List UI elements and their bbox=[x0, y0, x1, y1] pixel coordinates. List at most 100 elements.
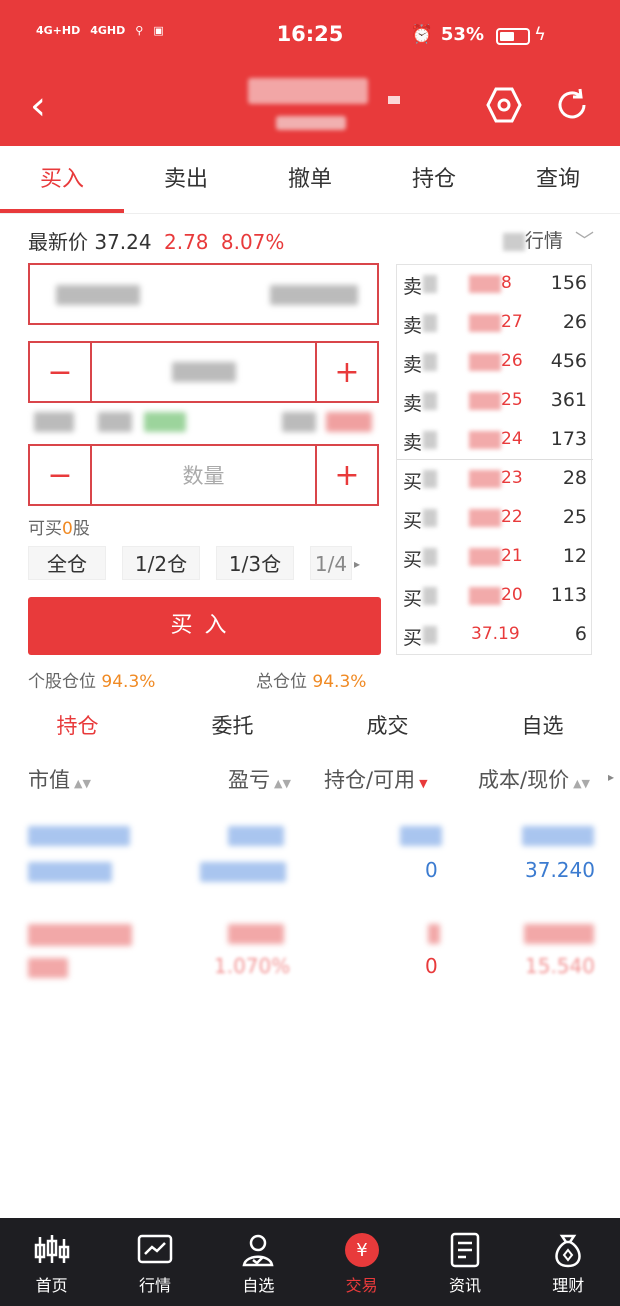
order-book-price: 21 bbox=[501, 546, 523, 566]
order-book-price: 37.19 bbox=[471, 624, 520, 644]
price-plus-button[interactable]: + bbox=[317, 343, 377, 401]
stock-code-field[interactable] bbox=[28, 263, 379, 325]
status-bar: 4G+HD 4GHD ⚲ ▣ 16:25 ⏰ 53% ϟ bbox=[0, 0, 620, 72]
bid-row[interactable]: 买 20 113 bbox=[397, 577, 593, 616]
single-stock-ratio: 个股仓位 94.3% bbox=[28, 667, 155, 692]
quantity-minus-button[interactable]: − bbox=[30, 446, 90, 504]
ask-row[interactable]: 卖 8 156 bbox=[397, 265, 593, 304]
tab-query[interactable]: 查询 bbox=[496, 146, 620, 213]
order-book-volume: 12 bbox=[562, 545, 587, 567]
nav-watchlist[interactable]: 自选 bbox=[207, 1218, 310, 1306]
sort-icon: ▲▼ bbox=[573, 777, 590, 790]
position-buttons: 全仓 1/2仓 1/3仓 1/4 ▸ bbox=[28, 546, 379, 582]
nav-news[interactable]: 资讯 bbox=[413, 1218, 516, 1306]
order-book-label-redacted bbox=[423, 314, 437, 332]
hexagon-settings-icon[interactable] bbox=[485, 86, 523, 124]
quantity-plus-button[interactable]: + bbox=[317, 446, 377, 504]
portfolio-tabs: 持仓 委托 成交 自选 bbox=[0, 700, 620, 752]
quantity-stepper: − 数量 + bbox=[28, 444, 379, 506]
yuan-icon: ¥ bbox=[344, 1233, 379, 1267]
order-book-price-redacted bbox=[469, 548, 501, 566]
current-price: 15.540 bbox=[525, 954, 595, 978]
can-buy-text: 可买0股 bbox=[28, 514, 90, 539]
order-book-volume: 28 bbox=[562, 467, 587, 489]
order-book-price-redacted bbox=[469, 587, 501, 605]
back-arrow-icon[interactable]: ‹ bbox=[30, 86, 46, 126]
scroll-right-icon[interactable]: ▸ bbox=[608, 770, 614, 784]
ask-row[interactable]: 卖 26 456 bbox=[397, 343, 593, 382]
total-ratio: 总仓位 94.3% bbox=[256, 667, 366, 692]
quantity-input[interactable]: 数量 bbox=[90, 446, 317, 504]
price-input[interactable] bbox=[90, 343, 317, 401]
alarm-icon: ⏰ bbox=[410, 24, 433, 45]
status-icons-right: ⏰ 53% bbox=[410, 24, 484, 45]
chevron-down-icon: ﹀ bbox=[574, 230, 594, 252]
charging-icon: ϟ bbox=[534, 24, 546, 45]
chevron-right-icon[interactable]: ▸ bbox=[354, 546, 360, 582]
quarter-position-button[interactable]: 1/4 bbox=[310, 546, 352, 580]
ask-row[interactable]: 卖 27 26 bbox=[397, 304, 593, 343]
table-row[interactable]: 1.070% 0 15.540 bbox=[0, 922, 620, 986]
bottom-nav: 首页 行情 自选 ¥ 交易 资讯 理财 bbox=[0, 1218, 620, 1306]
nav-home[interactable]: 首页 bbox=[0, 1218, 103, 1306]
quote-switch[interactable]: 行情 ﹀ bbox=[502, 226, 594, 253]
order-book-side-label: 卖 bbox=[403, 276, 423, 298]
refresh-icon[interactable] bbox=[553, 86, 591, 124]
third-position-button[interactable]: 1/3仓 bbox=[216, 546, 294, 580]
col-pnl[interactable]: 盈亏 ▲▼ bbox=[228, 764, 291, 794]
col-holding[interactable]: 持仓/可用 ▼ bbox=[324, 764, 428, 794]
tab-trades[interactable]: 成交 bbox=[310, 700, 465, 752]
latest-price-value: 37.24 bbox=[94, 230, 152, 254]
qty-redacted bbox=[28, 958, 68, 978]
col-holding-label: 持仓/可用 bbox=[324, 768, 416, 792]
order-book-volume: 25 bbox=[562, 506, 587, 528]
order-book-side-label: 买 bbox=[403, 588, 423, 610]
col-market-value[interactable]: 市值 ▲▼ bbox=[28, 764, 91, 794]
holdings-header: 市值 ▲▼ 盈亏 ▲▼ 持仓/可用 ▼ 成本/现价 ▲▼ ▸ bbox=[0, 764, 620, 800]
single-ratio-value: 94.3% bbox=[101, 672, 156, 692]
tab-holdings[interactable]: 持仓 bbox=[372, 146, 496, 213]
order-book: 卖 8 156 卖 27 26 卖 26 456 卖 25 361 卖 24 173 买 23 28 买 22 25 买 2… bbox=[396, 264, 593, 655]
total-ratio-value: 94.3% bbox=[312, 672, 367, 692]
pnl-pct: 1.070% bbox=[214, 954, 291, 978]
order-book-volume: 173 bbox=[550, 428, 587, 450]
tab-buy[interactable]: 买入 bbox=[0, 146, 124, 213]
table-row[interactable]: 0 37.240 bbox=[0, 826, 620, 890]
can-buy-prefix: 可买 bbox=[28, 519, 62, 539]
order-book-price: 25 bbox=[501, 390, 523, 410]
order-book-label-redacted bbox=[423, 470, 437, 488]
order-book-price-redacted bbox=[469, 509, 501, 527]
full-position-button[interactable]: 全仓 bbox=[28, 546, 106, 580]
tab-sell[interactable]: 卖出 bbox=[124, 146, 248, 213]
cost-redacted bbox=[522, 826, 594, 846]
order-book-side-label: 买 bbox=[403, 627, 423, 649]
tab-cancel[interactable]: 撤单 bbox=[248, 146, 372, 213]
tab-orders[interactable]: 委托 bbox=[155, 700, 310, 752]
nav-wealth[interactable]: 理财 bbox=[517, 1218, 620, 1306]
nav-market[interactable]: 行情 bbox=[103, 1218, 206, 1306]
order-book-volume: 456 bbox=[550, 350, 587, 372]
quote-switch-redacted bbox=[502, 232, 525, 251]
half-position-button[interactable]: 1/2仓 bbox=[122, 546, 200, 580]
col-cost[interactable]: 成本/现价 ▲▼ bbox=[478, 764, 590, 794]
nav-trade[interactable]: ¥ 交易 bbox=[310, 1218, 413, 1306]
ask-row[interactable]: 卖 25 361 bbox=[397, 382, 593, 421]
bid-row[interactable]: 买 22 25 bbox=[397, 499, 593, 538]
tab-positions[interactable]: 持仓 bbox=[0, 700, 155, 752]
buy-button[interactable]: 买入 bbox=[28, 597, 381, 655]
user-icon bbox=[242, 1234, 274, 1267]
col-market-value-label: 市值 bbox=[28, 768, 70, 792]
price-minus-button[interactable]: − bbox=[30, 343, 90, 401]
nav-home-label: 首页 bbox=[35, 1276, 68, 1295]
pnl-redacted bbox=[228, 924, 284, 944]
nav-news-label: 资讯 bbox=[448, 1276, 481, 1295]
ask-row[interactable]: 卖 24 173 bbox=[397, 421, 593, 460]
bid-row[interactable]: 买 23 28 bbox=[397, 460, 593, 499]
bid-row[interactable]: 买 21 12 bbox=[397, 538, 593, 577]
order-book-side-label: 卖 bbox=[403, 315, 423, 337]
bid-row[interactable]: 买 37.19 6 bbox=[397, 616, 593, 655]
tab-watchlist[interactable]: 自选 bbox=[465, 700, 620, 752]
order-book-side-label: 买 bbox=[403, 471, 423, 493]
top-nav-bar: ‹ bbox=[0, 72, 620, 146]
price-change: 2.78 bbox=[163, 230, 209, 254]
